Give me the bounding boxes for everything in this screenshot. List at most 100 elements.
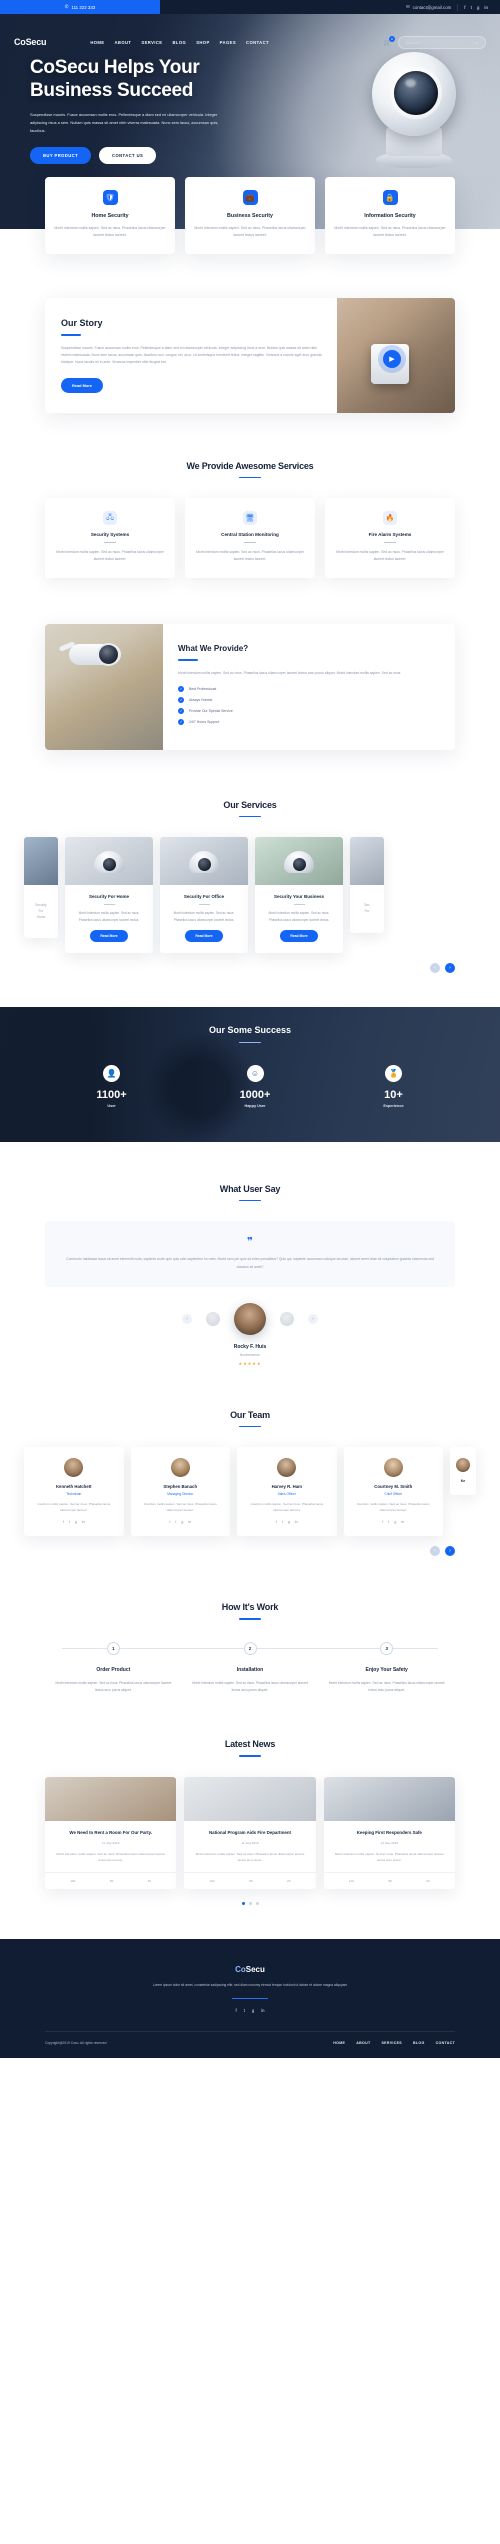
feature-card-business-security[interactable]: 💼 Business Security Morbi interdum molli… — [185, 177, 315, 254]
twitter-icon[interactable]: t — [244, 2008, 245, 2013]
read-more-button[interactable]: Read More — [185, 929, 223, 942]
step-number: 1 — [106, 1641, 120, 1655]
news-card-1[interactable]: We Need to Rent a Room For Our Party. 11… — [45, 1776, 177, 1890]
user-icon: 👤 — [103, 1065, 121, 1083]
nav-item-shop[interactable]: SHOP — [196, 40, 209, 45]
provide-title: What We Provide? — [178, 644, 249, 654]
twitter-icon[interactable]: t — [282, 1520, 283, 1524]
google-icon[interactable]: g — [394, 1520, 396, 1524]
search-input[interactable] — [406, 39, 476, 45]
team-card-kenneth-hatchett[interactable]: Kenneth Hatchett Technician Interdum mol… — [24, 1447, 124, 1537]
facebook-icon[interactable]: f — [276, 1520, 277, 1524]
topbar-email[interactable]: ✉ contact@gmail.com — [406, 4, 451, 10]
facebook-icon[interactable]: f — [169, 1520, 170, 1524]
nav-item-service[interactable]: SERVICE — [141, 40, 162, 45]
nav-item-contact[interactable]: CONTACT — [246, 40, 269, 45]
search-box[interactable]: ⌕ — [398, 35, 486, 49]
dot[interactable] — [255, 1902, 259, 1906]
twitter-icon[interactable]: t — [69, 1520, 70, 1524]
nav-item-blog[interactable]: BLOG — [172, 40, 186, 45]
nav-item-about[interactable]: ABOUT — [114, 40, 131, 45]
section-title: Latest News — [224, 1739, 276, 1750]
story-read-more-button[interactable]: Read More — [61, 377, 103, 393]
nav-item-home[interactable]: HOME — [90, 40, 104, 45]
twitter-icon[interactable]: t — [388, 1520, 389, 1524]
facebook-icon[interactable]: f — [236, 2008, 237, 2013]
feature-text: Morbi interdum mollis sapien. Sed ac ris… — [194, 226, 306, 237]
list-item: ✓ Always Honest — [178, 696, 440, 703]
google-icon[interactable]: g — [181, 1520, 183, 1524]
google-icon[interactable]: g — [288, 1520, 290, 1524]
team-cards: Kenneth Hatchett Technician Interdum mol… — [0, 1447, 500, 1537]
contact-us-button[interactable]: CONTACT US — [99, 147, 157, 165]
slider-card-security-for-home[interactable]: Security For Home Morbi interdum mollis … — [65, 837, 153, 953]
buy-product-button[interactable]: BUY PRODUCT — [30, 147, 92, 165]
testimonial-prev-button[interactable]: ‹ — [182, 1313, 192, 1324]
lock-icon: 🔒 — [382, 190, 398, 205]
service-card-security-systems[interactable]: 🖧 Security Systems Morbi interdum mollis… — [45, 498, 175, 579]
facebook-icon[interactable]: f — [464, 5, 465, 10]
news-image — [184, 1776, 316, 1821]
testimonial-next-button[interactable]: › — [308, 1313, 318, 1324]
feature-text: Morbi interdum mollis sapien. Sed ac ris… — [334, 226, 446, 237]
google-icon[interactable]: g — [477, 5, 480, 10]
feature-card-home-security[interactable]: 🛡 Home Security Morbi interdum mollis sa… — [45, 177, 175, 254]
topbar-phone[interactable]: ✆ 111 222 333 — [0, 0, 160, 14]
slider-prev-button[interactable]: ‹ — [430, 962, 440, 973]
footer-link-about[interactable]: ABOUT — [356, 2041, 370, 2045]
read-more-button[interactable]: Read More — [90, 929, 128, 942]
hero-camera-image — [366, 52, 462, 172]
linkedin-icon[interactable]: in — [261, 2008, 264, 2013]
divider — [384, 542, 396, 544]
read-more-button[interactable]: Read More — [280, 929, 318, 942]
footer-link-contact[interactable]: CONTACT — [436, 2041, 455, 2045]
team-next-button[interactable]: › — [445, 1546, 455, 1557]
avatar-small[interactable] — [280, 1311, 294, 1326]
twitter-icon[interactable]: t — [175, 1520, 176, 1524]
facebook-icon[interactable]: f — [63, 1520, 64, 1524]
team-member-name: Kenneth Hatchett — [55, 1484, 92, 1490]
team-member-role: Managing Director — [167, 1492, 194, 1497]
slider-card-security-your-business[interactable]: Security Your Business Morbi interdum mo… — [255, 837, 343, 953]
team-card-courtney-m-smith[interactable]: Courtney M. Smith Chief Officer Interdum… — [343, 1447, 443, 1537]
news-card-3[interactable]: Keeping First Responders Safe 14 Sep 201… — [323, 1776, 455, 1890]
news-card-2[interactable]: National Program Aids Fire Department 11… — [184, 1776, 316, 1890]
team-card-harvey-r-ham[interactable]: Harvey R. Ham Sales Officer Interdum mol… — [237, 1447, 337, 1537]
facebook-icon[interactable]: f — [382, 1520, 383, 1524]
footer-link-home[interactable]: HOME — [333, 2041, 345, 2045]
team-card-stephen-banach[interactable]: Stephen Banach Managing Director Interdu… — [130, 1447, 230, 1537]
slider-card-partial-left[interactable]: Security For Home — [24, 837, 58, 939]
slider-next-button[interactable]: › — [445, 962, 455, 973]
linkedin-icon[interactable]: in — [82, 1520, 85, 1524]
site-logo[interactable]: CoSecu — [14, 37, 47, 47]
service-card-central-station-monitoring[interactable]: 🖥 Central Station Monitoring Morbi inter… — [185, 498, 315, 579]
slider-card-security-for-office[interactable]: Security For Office Morbi interdum molli… — [160, 837, 248, 953]
footer-link-services[interactable]: SERVICES — [381, 2041, 402, 2045]
play-icon[interactable]: ▶ — [383, 350, 401, 368]
search-icon[interactable]: ⌕ — [476, 40, 478, 45]
linkedin-icon[interactable]: in — [484, 5, 488, 10]
service-card-fire-alarm-systems[interactable]: 🔥 Fire Alarm Systems Morbi interdum moll… — [325, 498, 455, 579]
feature-card-information-security[interactable]: 🔒 Information Security Morbi interdum mo… — [325, 177, 455, 254]
linkedin-icon[interactable]: in — [295, 1520, 298, 1524]
nav-item-pages[interactable]: PAGES — [220, 40, 236, 45]
dot[interactable] — [248, 1902, 252, 1906]
feature-title: Information Security — [364, 213, 416, 219]
team-prev-button[interactable]: ‹ — [430, 1546, 440, 1557]
footer-link-blog[interactable]: BLOG — [413, 2041, 425, 2045]
team-arrows: ‹ › — [0, 1536, 500, 1557]
google-icon[interactable]: g — [75, 1520, 77, 1524]
linkedin-icon[interactable]: in — [401, 1520, 404, 1524]
dot-active[interactable] — [241, 1902, 245, 1906]
services-slider[interactable]: Security For Home Security For Home Morbi … — [0, 837, 500, 953]
avatar-small[interactable] — [206, 1311, 220, 1326]
team-card-partial[interactable]: Ke — [450, 1447, 476, 1496]
footer-logo[interactable]: CoSecu — [45, 1965, 455, 1974]
slider-card-partial-right[interactable]: Sec For — [350, 837, 384, 933]
cart-icon[interactable]: 🛒 0 — [384, 35, 395, 46]
main-navigation: CoSecu HOME ABOUT SERVICE BLOG SHOP PAGE… — [0, 28, 500, 56]
linkedin-icon[interactable]: in — [188, 1520, 191, 1524]
news-date: 11 Aug 2019 — [241, 1841, 259, 1846]
twitter-icon[interactable]: t — [471, 5, 472, 10]
google-icon[interactable]: g — [252, 2008, 254, 2013]
